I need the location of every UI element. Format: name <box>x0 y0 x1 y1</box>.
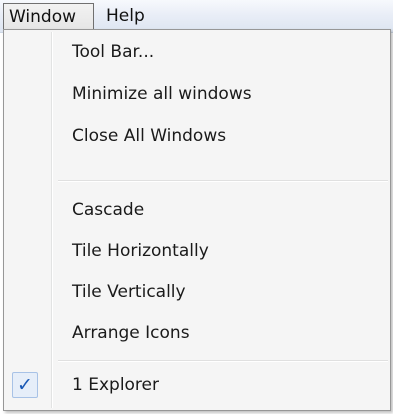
menu-item-label: Close All Windows <box>72 126 227 146</box>
menu-item-label: 1 Explorer <box>72 375 160 395</box>
menu-item-label: Minimize all windows <box>72 84 252 104</box>
menu-item-label: Tool Bar... <box>72 42 155 62</box>
menu-item-close-all-windows[interactable]: Close All Windows <box>6 118 388 154</box>
menu-item-arrange-icons[interactable]: Arrange Icons <box>6 315 388 351</box>
menu-item-cascade[interactable]: Cascade <box>6 192 388 228</box>
menu-item-label: Arrange Icons <box>72 323 190 343</box>
menu-item-label: Tile Vertically <box>72 282 186 302</box>
menu-item-label: Cascade <box>72 200 145 220</box>
menu-window[interactable]: Window <box>3 3 94 29</box>
menu-item-tile-vertically[interactable]: Tile Vertically <box>6 274 388 310</box>
menu-item-tile-horizontally[interactable]: Tile Horizontally <box>6 233 388 269</box>
menu-separator <box>58 180 388 182</box>
menu-item-minimize-all-windows[interactable]: Minimize all windows <box>6 76 388 112</box>
menu-item-tool-bar[interactable]: Tool Bar... <box>6 34 388 70</box>
menu-separator <box>58 360 388 362</box>
checkmark-icon: ✓ <box>12 372 38 398</box>
window-menu-dropdown: Tool Bar... Minimize all windows Close A… <box>3 29 391 411</box>
menu-help[interactable]: Help <box>101 3 161 29</box>
menu-item-explorer[interactable]: ✓ 1 Explorer <box>6 367 388 403</box>
menu-item-label: Tile Horizontally <box>72 241 209 261</box>
